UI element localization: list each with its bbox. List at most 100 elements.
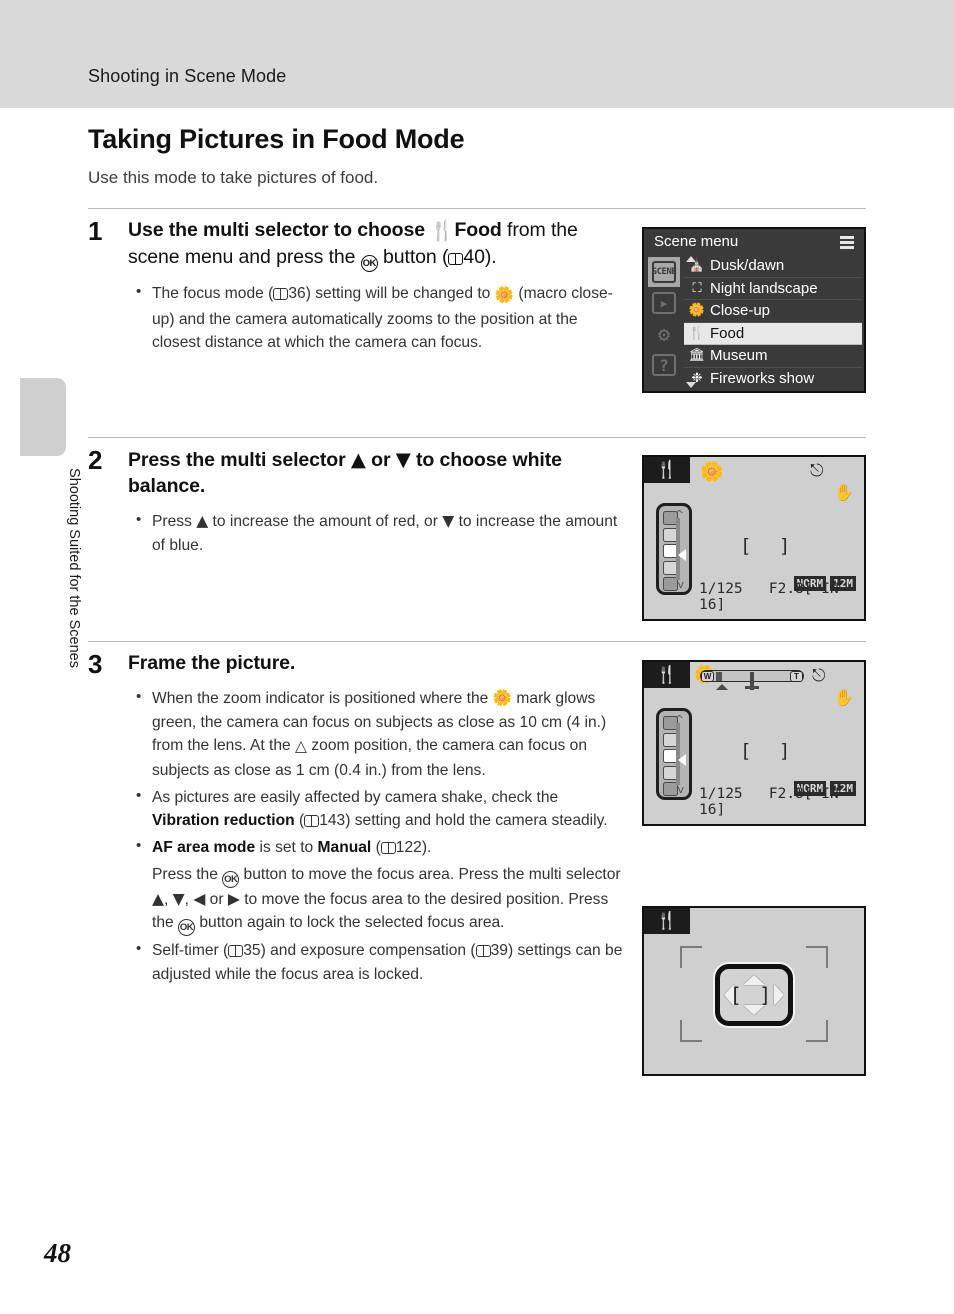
vibration-reduction-icon: ✋ xyxy=(834,483,854,502)
white-balance-slider[interactable]: ^ v xyxy=(656,708,692,800)
scene-menu-item-close-up[interactable]: 🌼 Close-up xyxy=(684,300,862,323)
scene-menu-tab-column: SCENE ▶ ⚙ ? xyxy=(648,257,682,381)
scene-menu-screenshot: Scene menu SCENE ▶ ⚙ ? ⛪ Dusk/dawn ⛶ Nig… xyxy=(642,227,866,393)
vibration-reduction-icon: ✋ xyxy=(834,688,854,707)
running-header-bar xyxy=(0,0,954,108)
bullet-text-b: ( xyxy=(294,812,305,830)
bullet-text-c: ). xyxy=(421,839,432,857)
step-3-body: Frame the picture. When the zoom indicat… xyxy=(128,651,628,990)
scene-menu-item-museum[interactable]: 🏛 Museum xyxy=(684,345,862,368)
white-balance-display-screenshot: 🍴 🌼 ⎋ ✋ ^ v [ ] NORM 12M 1/125 F2.8[ IN … xyxy=(642,455,866,621)
scene-menu-item-label: Dusk/dawn xyxy=(710,257,785,275)
play-icon: ▶ xyxy=(652,292,676,314)
arrow-down-icon: v xyxy=(677,578,684,591)
sidebar-item-playback[interactable]: ▶ xyxy=(648,288,680,318)
exposure-info: 1/125 F2.8[ IN 16] xyxy=(699,581,864,613)
bullet-text-a: The focus mode ( xyxy=(152,284,274,302)
bullet-text-a: is set to xyxy=(255,839,318,857)
scene-menu-item-dusk-dawn[interactable]: ⛪ Dusk/dawn xyxy=(684,255,862,278)
manual-reference-icon xyxy=(475,945,491,958)
manual-reference-icon xyxy=(380,842,396,855)
step-1-body: Use the multi selector to choose 🍴Food f… xyxy=(128,218,628,358)
step-2-head-part-1: Press the multi selector xyxy=(128,449,351,471)
exposure-info: 1/125 F2.8[ IN 16] xyxy=(699,786,864,818)
frame-corner-bottom-left xyxy=(680,1020,702,1042)
bullet-text-a: Self-timer ( xyxy=(152,942,229,960)
macro-flower-icon: 🌼 xyxy=(492,688,513,707)
step-1-head-part-1: Use the multi selector to choose xyxy=(128,219,431,241)
wrench-icon: ⚙ xyxy=(657,322,671,346)
focus-area-brackets: [ ] xyxy=(740,740,799,762)
arrow-right-icon xyxy=(774,984,784,1006)
sidebar-item-scene[interactable]: SCENE xyxy=(648,257,680,287)
step-2-heading: Press the multi selector ▲ or ▼ to choos… xyxy=(128,447,628,500)
close-up-flower-icon: 🌼 xyxy=(688,303,706,319)
fireworks-icon: ❉ xyxy=(691,371,703,387)
af-area-mode-term: AF area mode xyxy=(152,839,256,857)
bullet-ref: 36 xyxy=(288,284,306,302)
step-2-head-part-2: or xyxy=(365,449,396,471)
white-balance-cursor-icon xyxy=(678,549,686,561)
step-3-bullet-list: When the zoom indicator is positioned wh… xyxy=(128,686,628,987)
step-3-heading: Frame the picture. xyxy=(128,652,296,674)
bullet-text-a: As pictures are easily affected by camer… xyxy=(152,788,559,806)
sidebar-item-setup[interactable]: ⚙ xyxy=(648,319,680,349)
white-balance-slider[interactable]: ^ v xyxy=(656,503,692,595)
step-3-number: 3 xyxy=(88,649,103,679)
step-2-body: Press the multi selector ▲ or ▼ to choos… xyxy=(128,447,628,560)
zoom-tele-label: T xyxy=(790,671,803,682)
bullet-text-c: ) setting and hold the camera steadily. xyxy=(345,812,608,830)
step-3-bullet-3-continuation: Press the OK button to move the focus ar… xyxy=(128,863,628,937)
bullet-text-b: button to move the focus area. Press the… xyxy=(239,865,621,883)
macro-flower-icon: 🌼 xyxy=(494,285,515,304)
vibration-reduction-term: Vibration reduction xyxy=(152,812,295,830)
page-subtitle: Use this mode to take pictures of food. xyxy=(88,168,379,187)
step-3-bullet-4: Self-timer (35) and exposure compensatio… xyxy=(128,938,628,986)
step-3-bullet-2: As pictures are easily affected by camer… xyxy=(128,785,628,833)
focus-area-brackets: [ ] xyxy=(740,535,799,557)
scene-icon: SCENE xyxy=(652,261,677,283)
arrow-up-icon: ^ xyxy=(674,508,684,521)
arrow-left-icon: ◀ xyxy=(193,889,206,908)
step-1-head-food: Food xyxy=(454,219,502,241)
rule-above-step-1 xyxy=(88,208,866,209)
multi-selector-icon[interactable]: [ ] xyxy=(715,964,793,1026)
focus-area-display-screenshot: 🍴 [ ] xyxy=(642,906,866,1076)
chapter-thumb-tab xyxy=(20,378,66,456)
scene-menu-item-label: Night landscape xyxy=(710,279,818,297)
scene-menu-item-label: Museum xyxy=(710,347,768,365)
manual-term: Manual xyxy=(317,839,372,857)
bullet-text-b: ) setting will be changed to xyxy=(305,284,495,302)
scene-menu-item-label: Close-up xyxy=(710,302,771,320)
food-mode-icon: 🍴 xyxy=(644,662,690,688)
step-3-bullet-3: AF area mode is set to Manual (122). xyxy=(128,835,628,860)
step-1-head-part-3: button ( xyxy=(377,245,449,268)
arrow-down-icon: v xyxy=(677,783,684,796)
arrow-down-icon: ▼ xyxy=(395,448,411,471)
manual-reference-icon xyxy=(304,815,320,828)
arrow-up-icon: ▲ xyxy=(196,511,209,530)
food-mode-icon: 🍴 xyxy=(644,457,690,483)
step-1-head-part-4: ). xyxy=(484,245,497,268)
scene-menu-item-fireworks[interactable]: ❉ Fireworks show xyxy=(684,368,862,391)
bullet-ref-2: 39 xyxy=(490,942,508,960)
museum-icon: 🏛 xyxy=(688,348,706,364)
aperture-value: F2.8 xyxy=(768,786,804,802)
manual-reference-icon xyxy=(228,945,244,958)
page-title: Taking Pictures in Food Mode xyxy=(88,124,465,154)
food-icon: 🍴 xyxy=(430,220,455,242)
sidebar-item-help[interactable]: ? xyxy=(648,350,680,380)
scene-menu-item-food[interactable]: 🍴 Food xyxy=(684,322,862,345)
chapter-side-label: Shooting Suited for the Scenes xyxy=(66,468,82,668)
bullet-text-e: or xyxy=(205,890,228,908)
focus-area-brackets: [ ] xyxy=(732,983,776,1007)
ok-button-icon: OK xyxy=(222,870,240,888)
zoom-indicator-display-screenshot: 🍴 🌼 W T ⎋ ✋ ^ v [ ] NORM 12M 1/125 F2.8[… xyxy=(642,660,866,826)
bullet-ref: 122 xyxy=(395,839,422,857)
bullet-text-a: Press xyxy=(152,512,197,530)
flash-off-icon: ⎋ xyxy=(810,461,824,481)
scene-menu-item-night-landscape[interactable]: ⛶ Night landscape xyxy=(684,278,862,300)
rule-above-step-3 xyxy=(88,641,866,642)
wide-zoom-triangle-icon: △ xyxy=(295,737,308,756)
step-2-bullet-list: Press ▲ to increase the amount of red, o… xyxy=(128,509,628,557)
